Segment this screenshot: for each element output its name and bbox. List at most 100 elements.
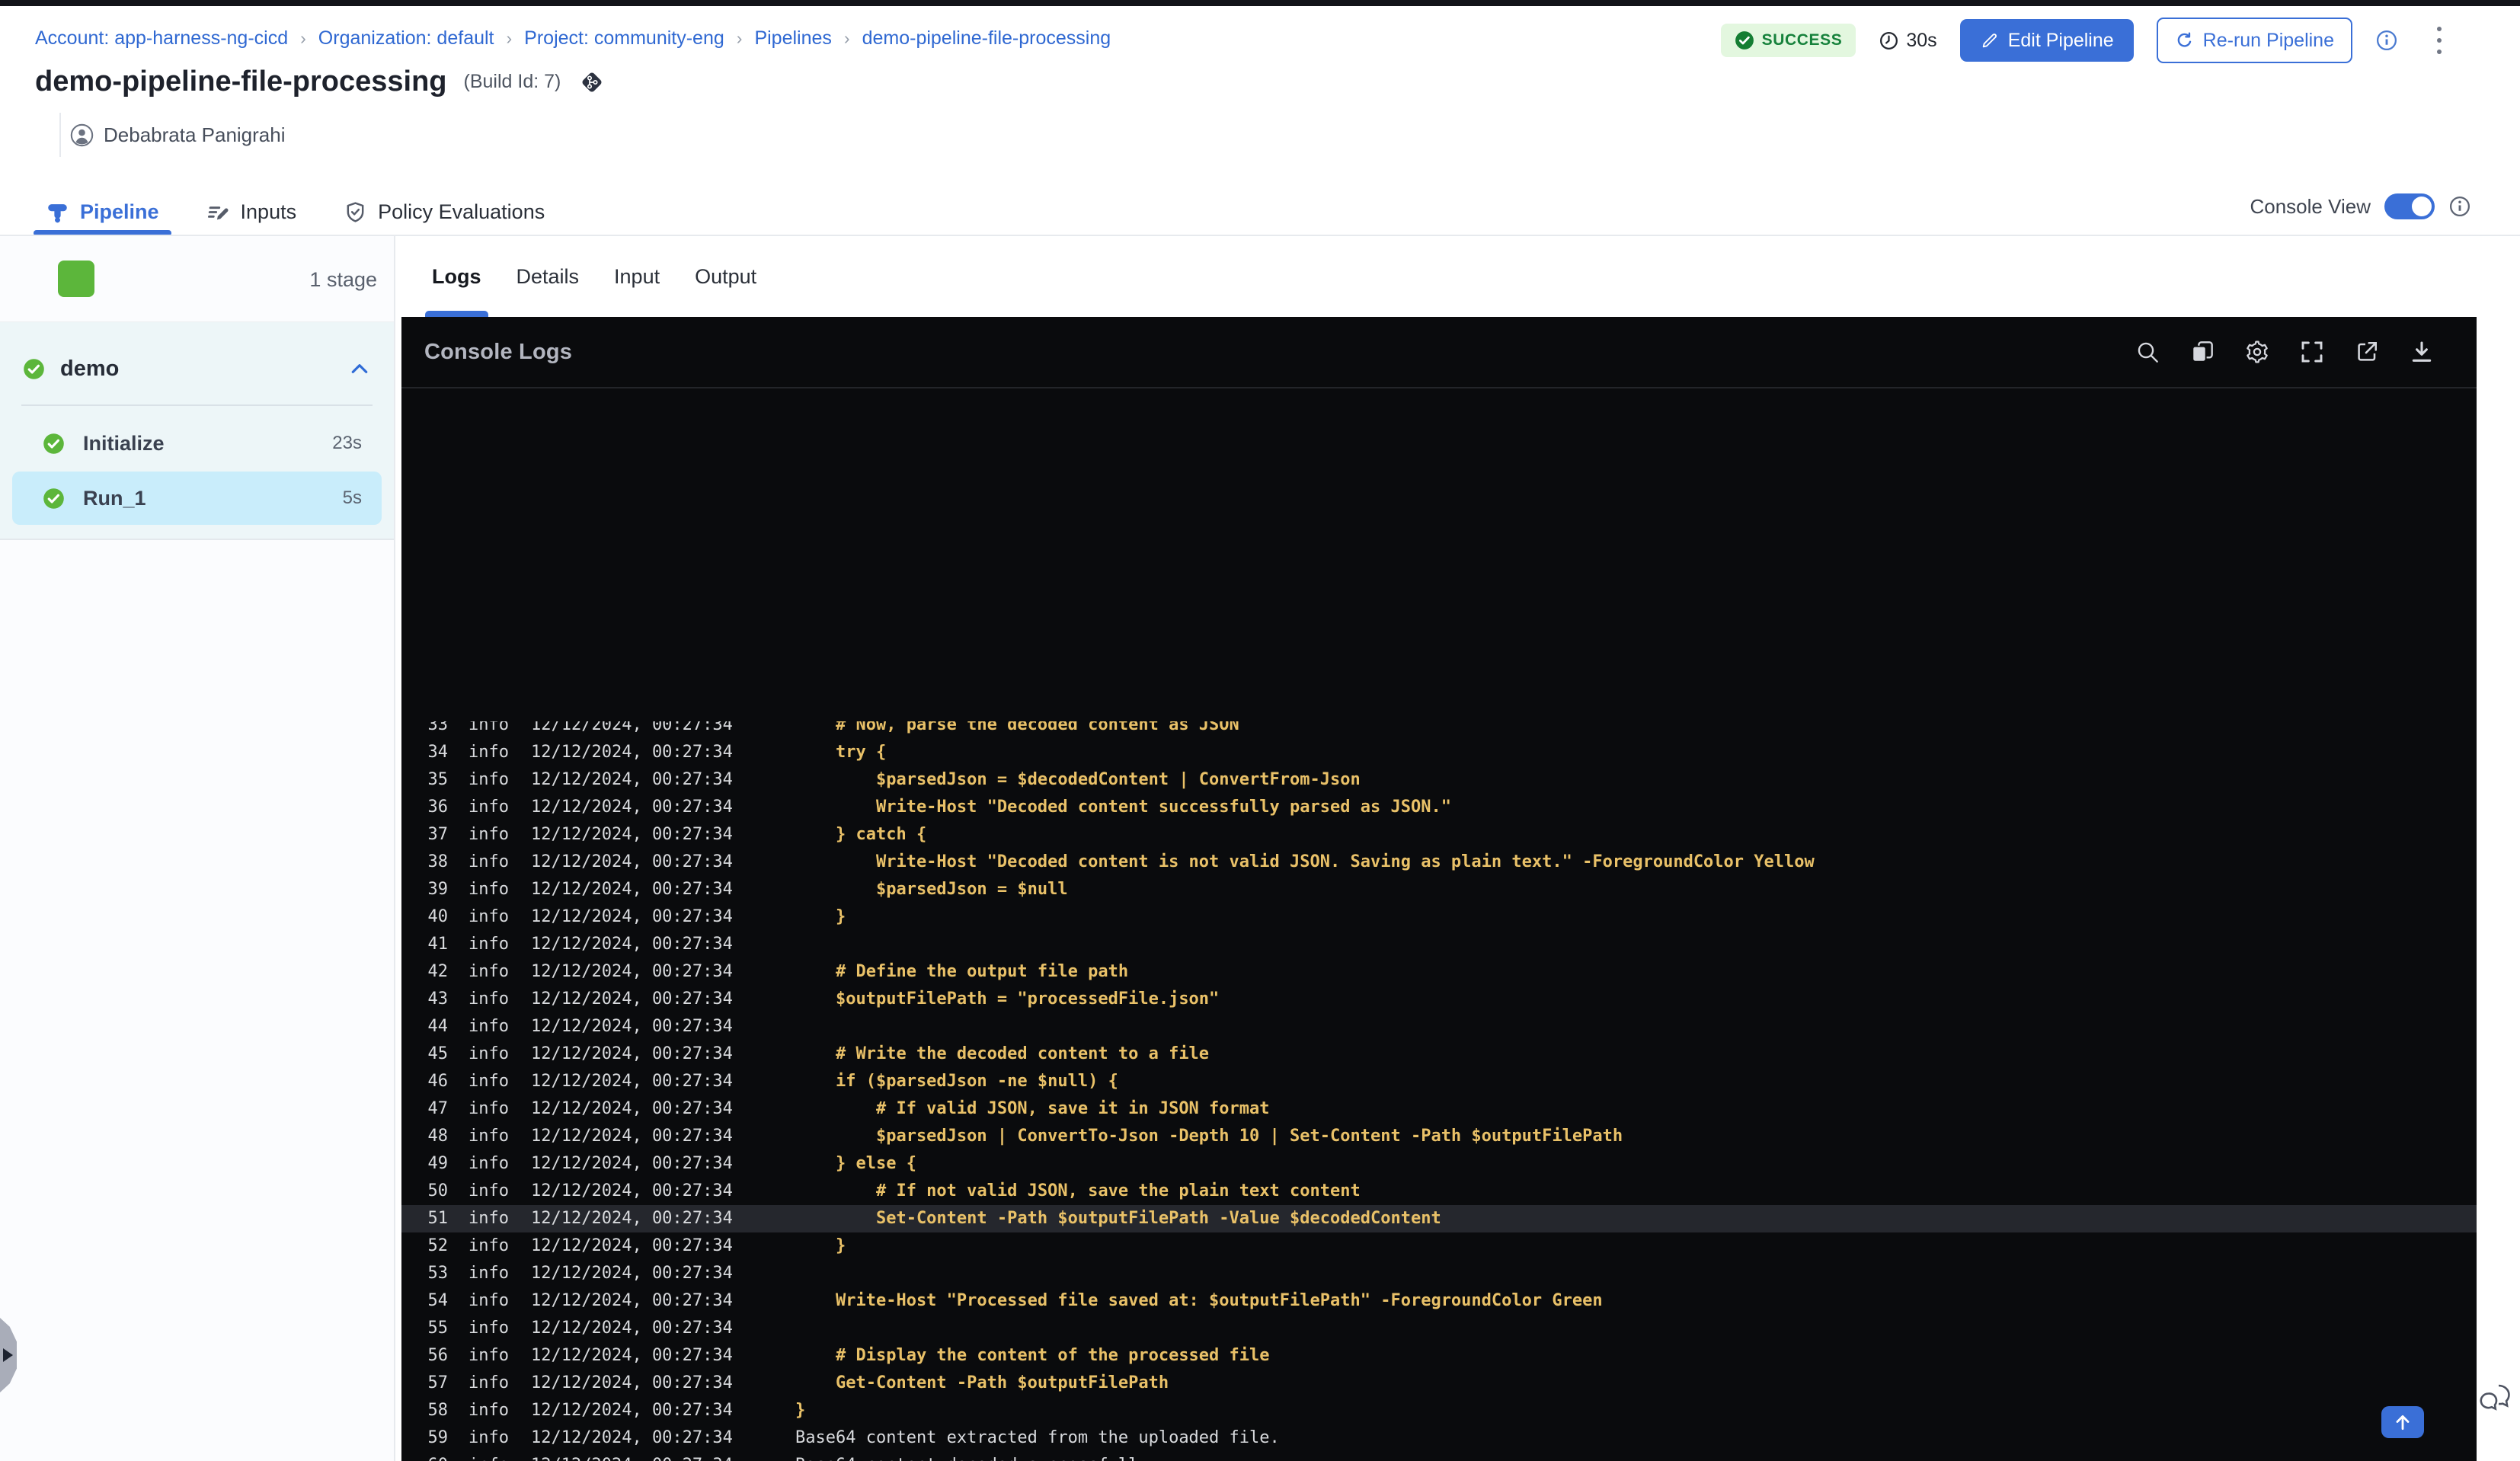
- log-row: 43 info 12/12/2024, 00:27:34 $outputFilePa…: [401, 986, 2477, 1013]
- fullscreen-icon[interactable]: [2300, 340, 2324, 364]
- log-line-number: 48: [427, 1127, 449, 1146]
- breadcrumb-link[interactable]: Project: community-eng: [524, 27, 724, 50]
- log-timestamp: 12/12/2024, 00:27:34: [531, 798, 733, 817]
- tab-details[interactable]: Details: [516, 236, 580, 317]
- settings-icon[interactable]: [2245, 340, 2269, 364]
- download-icon[interactable]: [2410, 340, 2434, 364]
- log-message: $parsedJson = $decodedContent | ConvertF…: [795, 770, 1361, 789]
- stage-success-icon: [23, 358, 45, 380]
- policy-icon: [344, 200, 367, 224]
- status-badge: SUCCESS: [1720, 24, 1856, 57]
- log-line-number: 55: [427, 1319, 449, 1338]
- log-timestamp: 12/12/2024, 00:27:34: [531, 1044, 733, 1063]
- log-row: 39 info 12/12/2024, 00:27:34 $parsedJson =…: [401, 876, 2477, 903]
- log-message: if ($parsedJson -ne $null) {: [795, 1072, 1118, 1091]
- log-line-number: 44: [427, 1017, 449, 1036]
- log-level: info: [469, 907, 509, 926]
- toggle-knob: [2412, 197, 2432, 216]
- log-row: 46 info 12/12/2024, 00:27:34 if ($parsedJs…: [401, 1068, 2477, 1095]
- log-message: }: [795, 1236, 846, 1255]
- success-check-icon: [1735, 30, 1754, 50]
- log-timestamp: 12/12/2024, 00:27:34: [531, 1373, 733, 1392]
- more-options-icon[interactable]: [2435, 24, 2444, 56]
- log-line-number: 52: [427, 1236, 449, 1255]
- user-avatar-icon: [70, 123, 94, 147]
- log-message: } catch {: [795, 825, 927, 844]
- log-line-number: 53: [427, 1264, 449, 1283]
- open-in-new-icon[interactable]: [2355, 340, 2379, 364]
- copy-icon[interactable]: [2190, 340, 2215, 364]
- log-line-number: 45: [427, 1044, 449, 1063]
- search-icon[interactable]: [2135, 340, 2160, 364]
- step-duration: 23s: [332, 433, 362, 453]
- log-timestamp: 12/12/2024, 00:27:34: [531, 743, 733, 762]
- log-line-number: 40: [427, 907, 449, 926]
- breadcrumb-link[interactable]: Organization: default: [318, 27, 494, 50]
- stage-count-row: 1 stage: [0, 236, 394, 322]
- step-row-initialize[interactable]: Initialize 23s: [12, 417, 382, 470]
- log-level: info: [469, 1017, 509, 1036]
- log-timestamp: 12/12/2024, 00:27:34: [531, 770, 733, 789]
- window-top-strip: [0, 0, 2520, 6]
- breadcrumb-link[interactable]: Pipelines: [754, 27, 831, 50]
- log-level: info: [469, 1099, 509, 1118]
- log-line-number: 60: [401, 1452, 449, 1461]
- breadcrumb-link[interactable]: Account: app-harness-ng-cicd: [35, 27, 288, 50]
- console-view-label: Console View: [2250, 194, 2371, 218]
- tab-output[interactable]: Output: [695, 236, 756, 317]
- breadcrumb-separator: ›: [843, 28, 850, 48]
- log-row: 58 info 12/12/2024, 00:27:34}: [401, 1397, 2477, 1424]
- build-id: (Build Id: 7): [463, 71, 561, 92]
- log-line-number: 36: [427, 798, 449, 817]
- log-level: info: [469, 989, 509, 1009]
- edit-pipeline-button[interactable]: Edit Pipeline: [1959, 19, 2134, 62]
- log-level: info: [469, 743, 509, 762]
- log-row: 42 info 12/12/2024, 00:27:34 # Define the …: [401, 958, 2477, 986]
- log-timestamp: 12/12/2024, 00:27:34: [531, 1099, 733, 1118]
- chevron-up-icon[interactable]: [348, 357, 371, 380]
- log-line-number: 34: [427, 743, 449, 762]
- log-row: 54 info 12/12/2024, 00:27:34 Write-Host "P…: [401, 1287, 2477, 1315]
- log-line-number: 47: [427, 1099, 449, 1118]
- step-name: Run_1: [83, 486, 146, 510]
- log-row: 36 info 12/12/2024, 00:27:34 Write-Host "D…: [401, 794, 2477, 821]
- log-timestamp: 12/12/2024, 00:27:34: [531, 1127, 733, 1146]
- console-view-toggle[interactable]: [2384, 193, 2435, 219]
- log-timestamp: 12/12/2024, 00:27:34: [531, 852, 733, 871]
- log-message: }: [795, 907, 846, 926]
- tab-pipeline[interactable]: Pipeline: [34, 187, 171, 236]
- log-row: 55 info 12/12/2024, 00:27:34: [401, 1315, 2477, 1342]
- log-line-number: 42: [427, 962, 449, 981]
- log-timestamp: 12/12/2024, 00:27:34: [531, 1181, 733, 1200]
- log-row: 49 info 12/12/2024, 00:27:34 } else {: [401, 1150, 2477, 1178]
- info-icon[interactable]: [2375, 29, 2398, 52]
- stage-row-demo[interactable]: demo: [0, 333, 394, 404]
- tab-policy-evaluations[interactable]: Policy Evaluations: [344, 187, 545, 236]
- log-timestamp: 12/12/2024, 00:27:34: [531, 1452, 733, 1461]
- tab-input[interactable]: Input: [614, 236, 660, 317]
- inputs-icon: [206, 200, 230, 224]
- console-view-info-icon[interactable]: [2448, 195, 2471, 218]
- status-text: SUCCESS: [1761, 31, 1843, 49]
- breadcrumb-link[interactable]: demo-pipeline-file-processing: [862, 27, 1111, 50]
- scroll-to-top-button[interactable]: [2381, 1406, 2424, 1438]
- step-row-run_1[interactable]: Run_1 5s: [12, 472, 382, 525]
- log-line-number: 33: [427, 721, 449, 734]
- log-message: # Write the decoded content to a file: [795, 1044, 1210, 1063]
- log-level: info: [469, 1209, 509, 1228]
- step-success-icon: [43, 488, 65, 510]
- tab-logs[interactable]: Logs: [425, 236, 488, 317]
- log-viewport[interactable]: 33 info 12/12/2024, 00:27:34 # Now, parse …: [401, 721, 2477, 1461]
- log-timestamp: 12/12/2024, 00:27:34: [531, 1428, 733, 1447]
- log-level: info: [469, 1452, 509, 1461]
- chat-support-icon[interactable]: [2477, 1383, 2512, 1415]
- refresh-icon: [2175, 31, 2194, 50]
- log-line-number: 37: [427, 825, 449, 844]
- rerun-pipeline-button[interactable]: Re-run Pipeline: [2156, 18, 2352, 63]
- log-row: 34 info 12/12/2024, 00:27:34 try {: [401, 739, 2477, 766]
- log-level: info: [469, 852, 509, 871]
- log-level: info: [469, 1319, 509, 1338]
- log-timestamp: 12/12/2024, 00:27:34: [531, 1291, 733, 1310]
- log-line-number: 46: [427, 1072, 449, 1091]
- tab-inputs[interactable]: Inputs: [206, 187, 296, 236]
